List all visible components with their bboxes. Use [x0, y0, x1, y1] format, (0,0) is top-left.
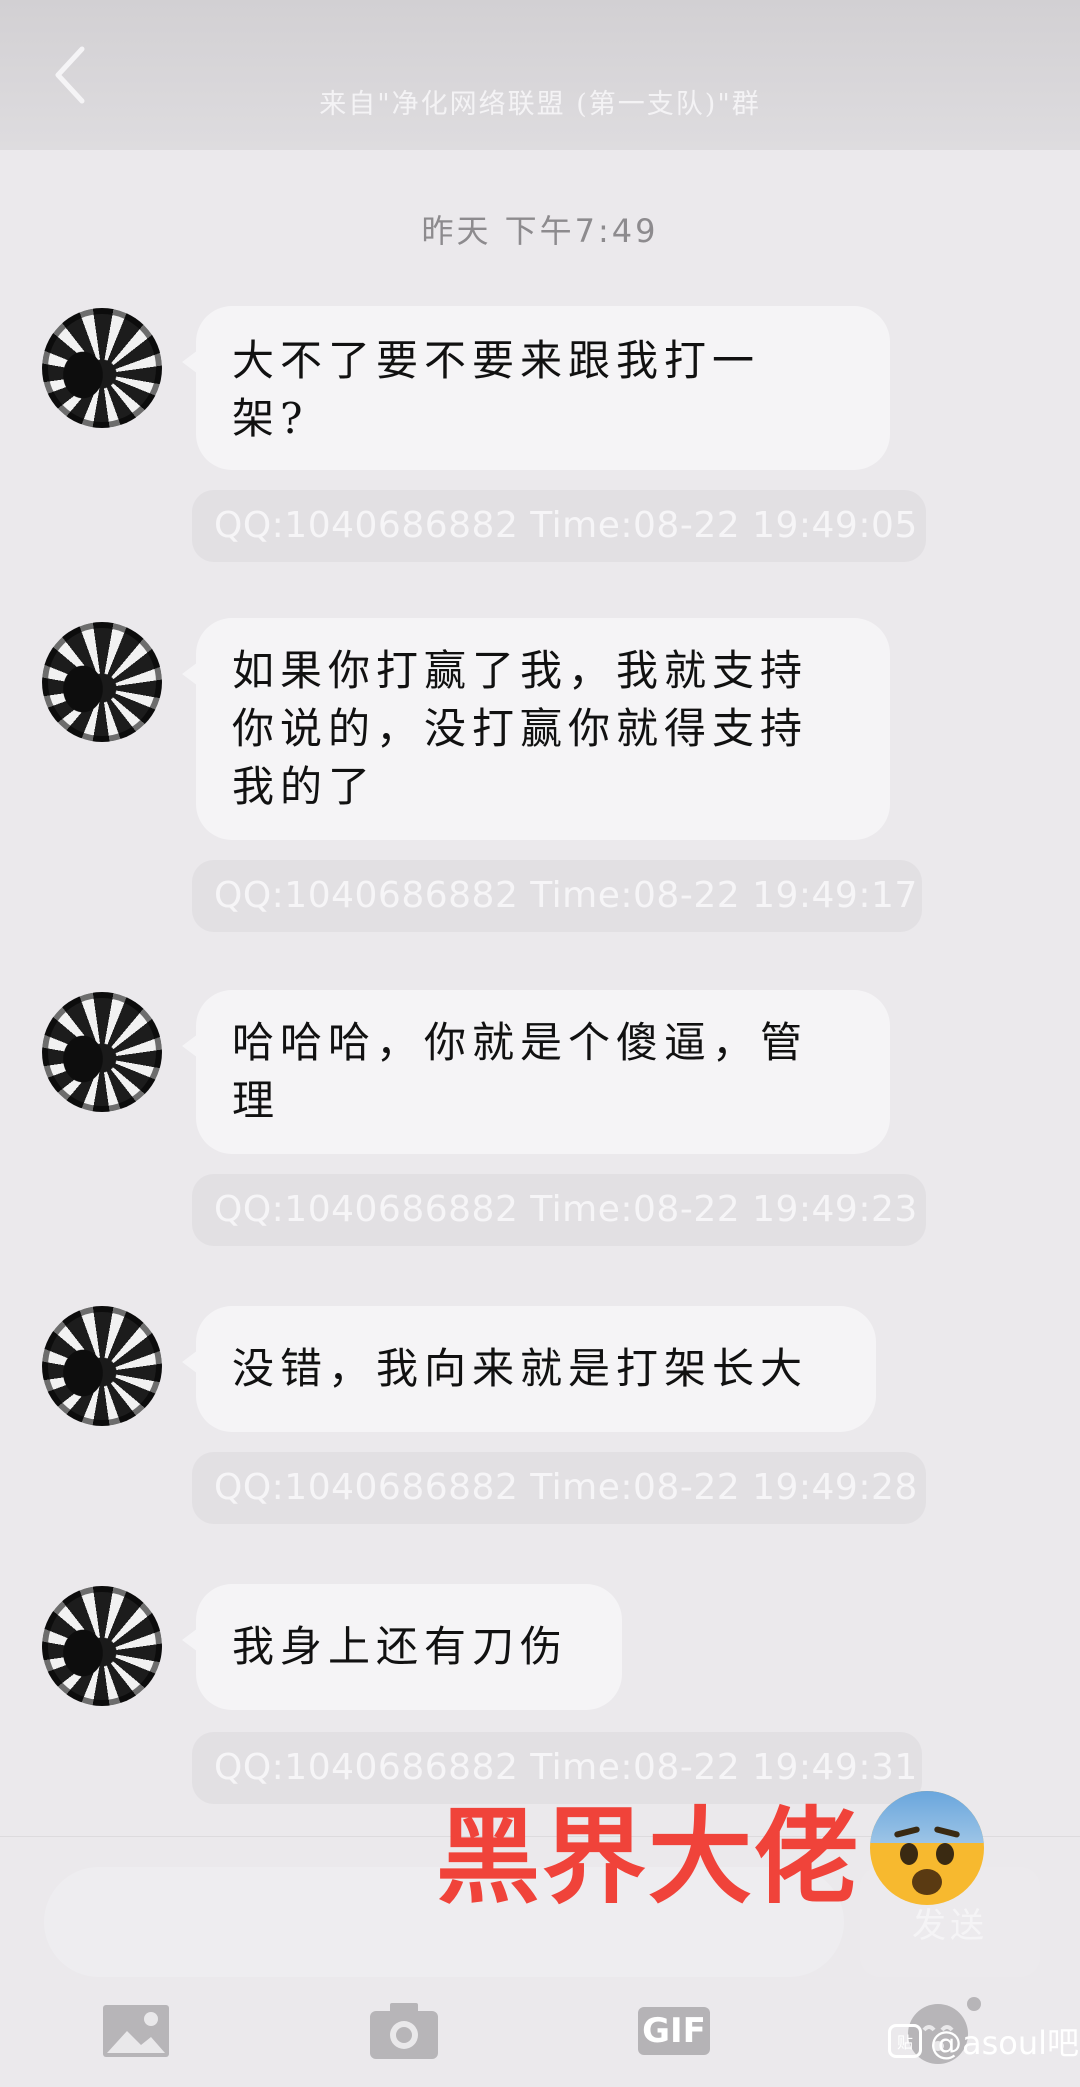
gif-button[interactable]: GIF — [634, 1996, 714, 2066]
watermark-text: @asoul吧 — [930, 2024, 1080, 2062]
avatar[interactable] — [42, 622, 162, 742]
message-line: 大不了要不要来跟我打一 — [232, 336, 761, 385]
message-bubble[interactable]: 哈哈哈，你就是个傻逼，管 理 — [182, 990, 890, 1154]
message-line: 没错，我向来就是打架长大 — [232, 1344, 809, 1393]
message-line: 如果你打赢了我，我就支持 — [232, 646, 809, 695]
message-bubble[interactable]: 如果你打赢了我，我就支持 你说的，没打赢你就得支持 我的了 — [182, 618, 890, 840]
avatar[interactable] — [42, 1586, 162, 1706]
avatar[interactable] — [42, 1306, 162, 1426]
message-line: 你说的，没打赢你就得支持 — [232, 704, 809, 753]
page-title: 来自"净化网络联盟 (第一支队)"群 — [319, 89, 761, 120]
message-line: 架? — [232, 394, 309, 443]
image-button[interactable] — [96, 1996, 176, 2066]
avatar[interactable] — [42, 992, 162, 1112]
message-line: 哈哈哈，你就是个傻逼，管 — [232, 1018, 809, 1067]
message-bubble[interactable]: 大不了要不要来跟我打一 架? — [182, 306, 890, 470]
camera-icon — [370, 2003, 438, 2059]
message-line: 我身上还有刀伤 — [232, 1622, 569, 1671]
meme-caption: 黑界大佬 — [436, 1772, 985, 1923]
top-bar: 来自"净化网络联盟 (第一支队)"群 — [0, 0, 1080, 150]
message-line: 我的了 — [232, 762, 377, 811]
message-line: 理 — [232, 1076, 281, 1125]
caption-text: 黑界大佬 — [436, 1796, 861, 1918]
message-meta: QQ:1040686882 Time:08-22 19:49:17 — [192, 860, 922, 932]
avatar[interactable] — [42, 308, 162, 428]
camera-button[interactable] — [364, 1996, 444, 2066]
message-meta: QQ:1040686882 Time:08-22 19:49:05 — [192, 490, 926, 562]
gif-icon: GIF — [638, 2007, 710, 2055]
tieba-logo-icon: 贴 — [888, 2024, 922, 2058]
message-bubble[interactable]: 没错，我向来就是打架长大 — [182, 1306, 876, 1432]
chat-timestamp: 昨天 下午7:49 — [421, 212, 659, 250]
message-meta: QQ:1040686882 Time:08-22 19:49:28 — [192, 1452, 926, 1524]
watermark: 贴 @asoul吧 — [888, 2018, 1079, 2064]
message-meta: QQ:1040686882 Time:08-22 19:49:23 — [192, 1174, 926, 1246]
image-icon — [103, 2005, 169, 2057]
anxious-face-emoji-icon — [870, 1790, 985, 1905]
message-bubble[interactable]: 我身上还有刀伤 — [182, 1584, 622, 1710]
